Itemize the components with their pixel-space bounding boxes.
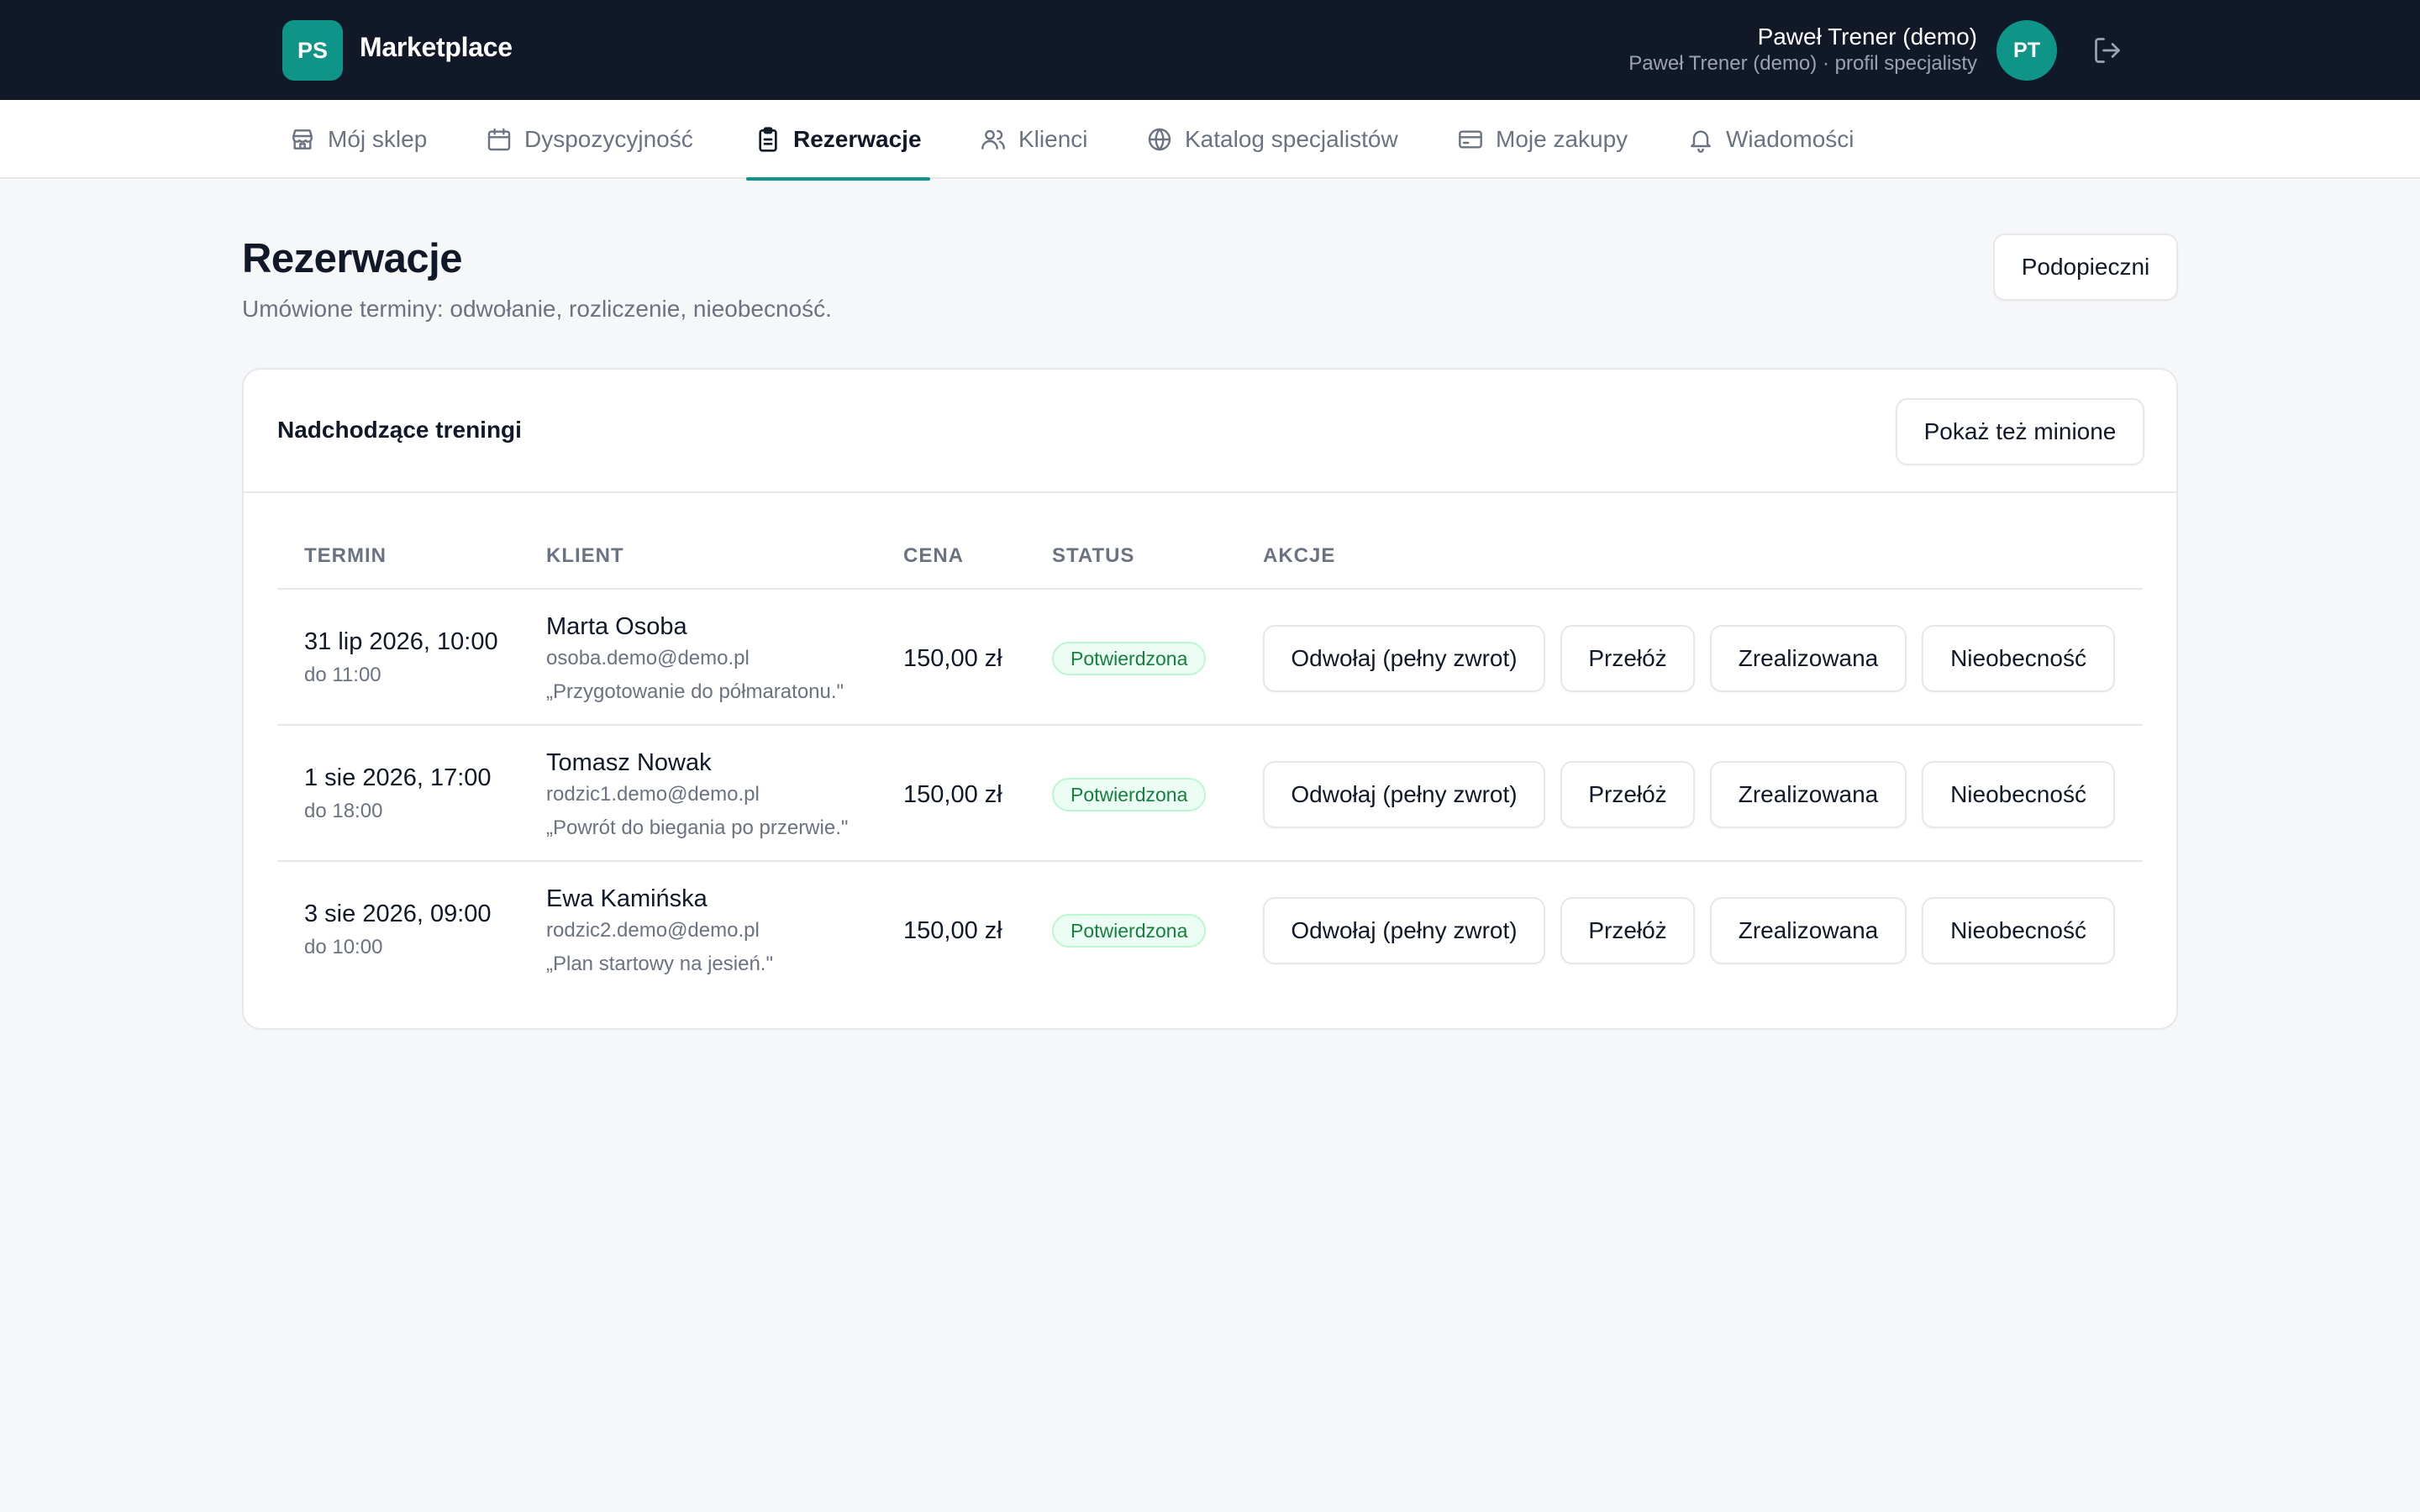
- cancel-full-refund-button[interactable]: Odwołaj (pełny zwrot): [1263, 897, 1545, 964]
- avatar[interactable]: PT: [1996, 20, 2057, 81]
- mark-done-button[interactable]: Zrealizowana: [1710, 625, 1907, 692]
- table-row: 31 lip 2026, 10:00 do 11:00 Marta Osoba …: [277, 590, 2143, 726]
- column-header-status: STATUS: [1052, 544, 1135, 567]
- cancel-full-refund-button[interactable]: Odwołaj (pełny zwrot): [1263, 625, 1545, 692]
- nav-label: Moje zakupy: [1496, 126, 1628, 152]
- card-title: Nadchodzące treningi: [277, 417, 522, 443]
- client-note: „Plan startowy na jesień.": [546, 953, 773, 975]
- nav-item-reservations[interactable]: Rezerwacje: [746, 100, 930, 181]
- nav-label: Katalog specjalistów: [1185, 126, 1398, 152]
- nav-label: Klienci: [1018, 126, 1088, 152]
- client-email: osoba.demo@demo.pl: [546, 647, 750, 669]
- nav-item-clients[interactable]: Klienci: [980, 100, 1087, 179]
- client-name: Ewa Kamińska: [546, 885, 708, 912]
- nav-label: Wiadomości: [1726, 126, 1854, 152]
- user-name: Paweł Trener (demo): [1757, 24, 1977, 50]
- nav-item-messages[interactable]: Wiadomości: [1687, 100, 1854, 179]
- no-show-button[interactable]: Nieobecność: [1922, 625, 2115, 692]
- nav-item-my-shop[interactable]: Mój sklep: [289, 100, 427, 179]
- cancel-full-refund-button[interactable]: Odwołaj (pełny zwrot): [1263, 761, 1545, 828]
- logout-icon[interactable]: [2092, 35, 2123, 66]
- booking-price: 150,00 zł: [903, 645, 1002, 672]
- status-badge: Potwierdzona: [1052, 778, 1207, 811]
- client-email: rodzic1.demo@demo.pl: [546, 783, 760, 806]
- upcoming-trainings-card: Nadchodzące treningi Pokaż też minione T…: [242, 368, 2178, 1030]
- column-header-actions: AKCJE: [1263, 544, 1336, 567]
- client-name: Tomasz Nowak: [546, 749, 712, 776]
- booking-price: 150,00 zł: [903, 781, 1002, 808]
- users-icon: [981, 129, 1005, 150]
- table-row: 3 sie 2026, 09:00 do 10:00 Ewa Kamińska …: [277, 862, 2143, 998]
- column-header-price: CENA: [903, 544, 965, 567]
- nav-item-availability[interactable]: Dyspozycyjność: [486, 100, 693, 179]
- clipboard-icon: [759, 127, 777, 152]
- nav-item-specialist-catalog[interactable]: Katalog specjalistów: [1146, 100, 1398, 179]
- nav-label: Mój sklep: [328, 126, 428, 152]
- globe-icon: [1148, 128, 1171, 151]
- booking-date: 31 lip 2026, 10:00: [304, 628, 498, 655]
- client-email: rodzic2.demo@demo.pl: [546, 919, 760, 942]
- card-header: Nadchodzące treningi Pokaż też minione: [244, 370, 2176, 493]
- booking-date: 3 sie 2026, 09:00: [304, 900, 492, 927]
- booking-end: do 10:00: [304, 936, 383, 958]
- credit-card-icon: [1459, 130, 1482, 149]
- client-note: „Powrót do biegania po przerwie.": [546, 816, 849, 839]
- client-note: „Przygotowanie do półmaratonu.": [546, 680, 844, 703]
- reschedule-button[interactable]: Przełóż: [1560, 897, 1695, 964]
- wards-button[interactable]: Podopieczni: [1993, 234, 2178, 301]
- mark-done-button[interactable]: Zrealizowana: [1710, 897, 1907, 964]
- table-row: 1 sie 2026, 17:00 do 18:00 Tomasz Nowak …: [277, 726, 2143, 862]
- nav-item-my-purchases[interactable]: Moje zakupy: [1457, 100, 1628, 179]
- status-badge: Potwierdzona: [1052, 914, 1207, 948]
- main-nav: Mój sklep Dyspozycyjność Rezerwacje Klie…: [0, 100, 2420, 181]
- page-title: Rezerwacje: [242, 236, 462, 281]
- booking-date: 1 sie 2026, 17:00: [304, 764, 492, 791]
- page-subtitle: Umówione terminy: odwołanie, rozliczenie…: [242, 296, 832, 322]
- column-header-term: TERMIN: [304, 544, 387, 567]
- nav-label: Rezerwacje: [793, 126, 922, 152]
- logo-badge[interactable]: PS: [282, 20, 343, 81]
- store-icon: [292, 129, 313, 150]
- booking-price: 150,00 zł: [903, 917, 1002, 944]
- status-badge: Potwierdzona: [1052, 642, 1207, 675]
- user-role: Paweł Trener (demo) · profil specjalisty: [1628, 52, 1977, 75]
- user-info: Paweł Trener (demo) Paweł Trener (demo) …: [1628, 22, 1977, 76]
- show-past-button[interactable]: Pokaż też minione: [1896, 398, 2144, 465]
- top-bar: PS Marketplace Paweł Trener (demo) Paweł…: [0, 0, 2420, 100]
- bell-icon: [1691, 130, 1711, 153]
- client-name: Marta Osoba: [546, 613, 687, 640]
- mark-done-button[interactable]: Zrealizowana: [1710, 761, 1907, 828]
- calendar-icon: [487, 128, 511, 151]
- booking-end: do 18:00: [304, 800, 383, 822]
- booking-end: do 11:00: [304, 664, 381, 686]
- reschedule-button[interactable]: Przełóż: [1560, 625, 1695, 692]
- column-header-client: KLIENT: [546, 544, 624, 567]
- no-show-button[interactable]: Nieobecność: [1922, 761, 2115, 828]
- nav-label: Dyspozycyjność: [524, 126, 693, 152]
- no-show-button[interactable]: Nieobecność: [1922, 897, 2115, 964]
- brand-name[interactable]: Marketplace: [360, 32, 513, 63]
- reschedule-button[interactable]: Przełóż: [1560, 761, 1695, 828]
